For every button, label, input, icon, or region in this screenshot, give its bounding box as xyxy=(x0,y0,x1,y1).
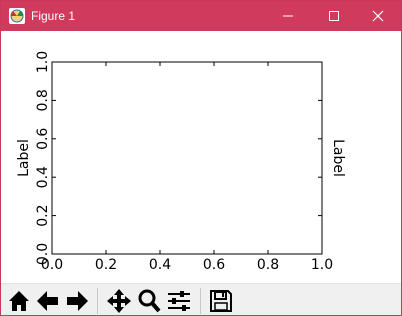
matplotlib-figure-icon[interactable] xyxy=(8,7,26,25)
save-button[interactable] xyxy=(207,287,235,315)
minimize-button[interactable] xyxy=(265,1,311,31)
home-icon xyxy=(9,291,29,311)
navigation-toolbar xyxy=(1,283,401,315)
close-button[interactable] xyxy=(355,1,401,31)
back-button[interactable] xyxy=(34,287,62,315)
toolbar-separator xyxy=(200,288,201,314)
x-tick-label: 0.8 xyxy=(257,257,279,273)
y-tick-label: 0.0 xyxy=(35,243,51,265)
save-icon xyxy=(210,290,232,312)
x-tick-label: 0.2 xyxy=(95,257,117,273)
configure-subplots-icon xyxy=(168,291,190,311)
back-icon xyxy=(37,291,58,311)
y-tick-label: 0.4 xyxy=(35,166,51,188)
maximize-button[interactable] xyxy=(311,1,357,31)
forward-icon xyxy=(67,291,88,311)
home-button[interactable] xyxy=(5,287,33,315)
x-tick-label: 0.4 xyxy=(149,257,171,273)
zoom-button[interactable] xyxy=(135,287,163,315)
figure-window: Figure 1 0.0 0.2 0.4 0.6 0.8 1.0 0.0 0.2… xyxy=(0,0,402,316)
x-tick-label: 0.6 xyxy=(203,257,225,273)
pan-button[interactable] xyxy=(105,287,133,315)
y-axis-label-left: Label xyxy=(16,139,32,177)
y-tick-label: 1.0 xyxy=(35,51,51,73)
close-icon xyxy=(372,10,384,22)
x-tick-label: 1.0 xyxy=(311,257,333,273)
maximize-icon xyxy=(329,11,339,21)
forward-button[interactable] xyxy=(63,287,91,315)
zoom-icon xyxy=(138,289,161,313)
title-bar[interactable]: Figure 1 xyxy=(1,1,401,31)
figure-canvas[interactable]: 0.0 0.2 0.4 0.6 0.8 1.0 0.0 0.2 0.4 0.6 … xyxy=(1,31,401,283)
configure-subplots-button[interactable] xyxy=(165,287,193,315)
axes-frame xyxy=(51,61,323,255)
pan-icon xyxy=(107,289,131,313)
minimize-icon xyxy=(283,15,293,17)
toolbar-separator xyxy=(97,288,98,314)
y-axis-label-right: Label xyxy=(330,139,346,177)
window-title: Figure 1 xyxy=(31,9,76,23)
y-tick-label: 0.6 xyxy=(35,128,51,150)
y-tick-label: 0.8 xyxy=(35,89,51,111)
y-tick-label: 0.2 xyxy=(35,204,51,226)
plot-svg: 0.0 0.2 0.4 0.6 0.8 1.0 0.0 0.2 0.4 0.6 … xyxy=(16,51,346,273)
